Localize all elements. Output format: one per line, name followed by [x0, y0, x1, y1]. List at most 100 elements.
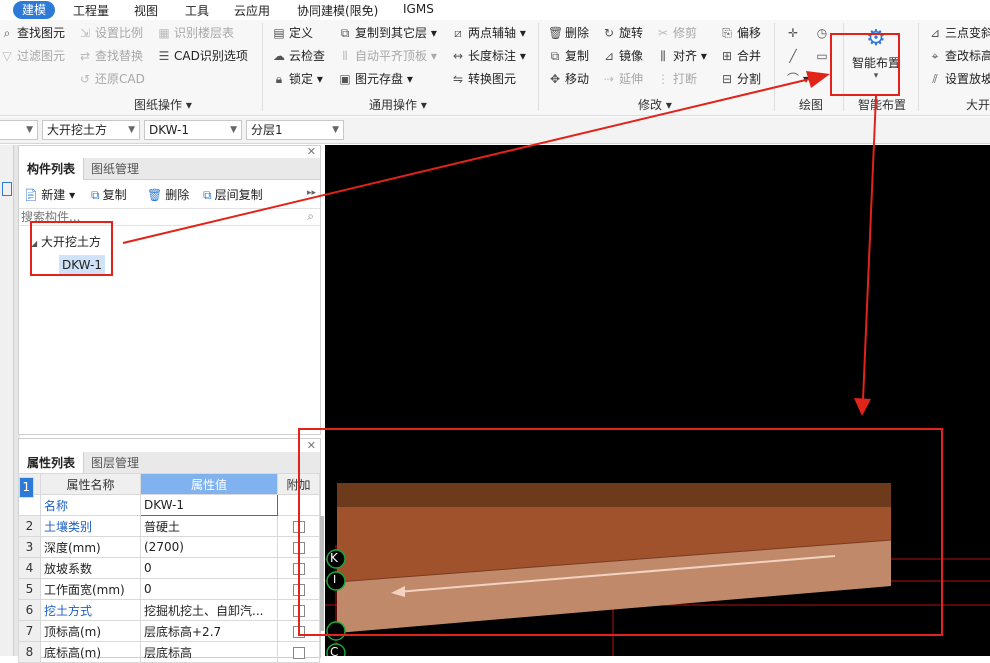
- break-button[interactable]: ⋮ 打断: [656, 70, 697, 88]
- set-slope-button[interactable]: ⫽ 设置放坡: [928, 70, 990, 88]
- property-row[interactable]: 2 土壤类别 普硬土: [18, 515, 320, 537]
- line-icon: ╱: [789, 49, 797, 63]
- property-row[interactable]: 7 顶标高(m) 层底标高+2.7: [18, 620, 320, 642]
- group-label-general-ops[interactable]: 通用操作 ▾: [369, 96, 427, 113]
- convert-element-button[interactable]: ⇋ 转换图元: [451, 70, 516, 88]
- selector-stub[interactable]: ▼: [0, 120, 38, 140]
- copy-button[interactable]: ⧉ 复制: [548, 47, 589, 65]
- copy-component-button[interactable]: ⧉ 复制: [91, 186, 127, 204]
- row-number: 3: [18, 536, 41, 558]
- two-point-axis-button[interactable]: ⧄ 两点辅轴 ▾: [451, 24, 526, 42]
- property-value[interactable]: 层底标高: [140, 641, 278, 663]
- property-name: 名称: [40, 494, 141, 516]
- row-number: 7: [18, 620, 41, 642]
- draw-arc-tool[interactable]: ⌒ ▾: [786, 70, 809, 88]
- group-label-drawing-ops[interactable]: 图纸操作 ▾: [134, 96, 192, 113]
- menu-quantity[interactable]: 工程量: [73, 2, 109, 19]
- property-row[interactable]: 6 挖土方式 挖掘机挖土、自卸汽...: [18, 599, 320, 621]
- annotation-box-component: [30, 221, 113, 276]
- delete-component-button[interactable]: 🗑︎ 删除: [147, 186, 189, 204]
- search-icon: ⌕: [3, 26, 11, 40]
- offset-button[interactable]: ⎘ 偏移: [720, 24, 761, 42]
- menu-view[interactable]: 视图: [134, 2, 158, 19]
- tab-component-list[interactable]: 构件列表: [19, 158, 85, 180]
- menu-modeling[interactable]: 建模: [13, 1, 56, 19]
- cloud-check-button[interactable]: ☁ 云检查: [272, 47, 325, 65]
- row-number: 5: [18, 578, 41, 600]
- chevron-down-icon: ▼: [26, 125, 33, 135]
- trash-icon: 🗑︎: [548, 26, 564, 40]
- cloud-check-icon: ☁: [273, 49, 285, 63]
- property-value[interactable]: (2700): [140, 536, 278, 558]
- property-name: 放坡系数: [40, 557, 141, 579]
- property-row[interactable]: 5 工作面宽(mm) 0: [18, 578, 320, 600]
- close-icon[interactable]: ✕: [307, 145, 316, 158]
- tab-layer-manage[interactable]: 图层管理: [83, 452, 147, 474]
- options-icon: ☰: [158, 49, 170, 63]
- menu-cloud[interactable]: 云应用: [234, 2, 270, 19]
- element-save-button[interactable]: ▣ 图元存盘 ▾: [338, 70, 413, 88]
- property-value[interactable]: 0: [140, 557, 278, 579]
- find-replace-button[interactable]: ⇄ 查找替换: [78, 47, 143, 65]
- property-name: 挖土方式: [40, 599, 141, 621]
- property-row[interactable]: 4 放坡系数 0: [18, 557, 320, 579]
- extra-checkbox[interactable]: [292, 646, 305, 659]
- row-number: 4: [18, 557, 41, 579]
- check-elevation-button[interactable]: ⌖ 查改标高: [928, 47, 990, 65]
- property-row[interactable]: 3 深度(mm) (2700): [18, 536, 320, 558]
- restore-cad-button[interactable]: ↺ 还原CAD: [78, 70, 145, 88]
- new-button[interactable]: 📄︎ 新建 ▾: [23, 186, 75, 204]
- length-dimension-button[interactable]: ↔ 长度标注 ▾: [451, 47, 526, 65]
- move-button[interactable]: ✥ 移动: [548, 70, 589, 88]
- align-button[interactable]: ⫼ 对齐 ▾: [656, 47, 707, 65]
- set-scale-button[interactable]: ⇲ 设置比例: [78, 24, 143, 42]
- property-value[interactable]: 普硬土: [140, 515, 278, 537]
- property-value[interactable]: 挖掘机挖土、自卸汽...: [140, 599, 278, 621]
- identify-floor-table-button[interactable]: ▦ 识别楼层表: [157, 24, 234, 42]
- ribbon-divider: [538, 23, 539, 111]
- extend-button[interactable]: ⇢ 延伸: [602, 70, 643, 88]
- component-select[interactable]: DKW-1 ▼: [144, 120, 242, 140]
- menu-igms[interactable]: IGMS: [403, 2, 434, 16]
- property-row[interactable]: 8 底标高(m) 层底标高: [18, 641, 320, 663]
- split-icon: ⊟: [721, 72, 733, 86]
- extend-icon: ⇢: [603, 72, 615, 86]
- copy-between-floors-button[interactable]: ⧉ 层间复制: [203, 186, 263, 204]
- three-point-slope-button[interactable]: ⊿ 三点变斜: [928, 24, 990, 42]
- filter-element-button[interactable]: ▽ 过滤图元: [0, 47, 65, 65]
- draw-line-tool[interactable]: ╱: [786, 47, 803, 65]
- copy-layer-icon: ⧉: [340, 26, 350, 40]
- property-value[interactable]: 层底标高+2.7: [140, 620, 278, 642]
- rotate-button[interactable]: ↻ 旋转: [602, 24, 643, 42]
- menu-collab[interactable]: 协同建模(限免): [297, 2, 378, 19]
- trim-button[interactable]: ✂ 修剪: [656, 24, 697, 42]
- merge-button[interactable]: ⊞ 合并: [720, 47, 761, 65]
- split-button[interactable]: ⊟ 分割: [720, 70, 761, 88]
- extra-cell: [277, 641, 320, 663]
- auto-align-slab-button[interactable]: ⫴ 自动平齐顶板 ▾: [338, 47, 436, 65]
- draw-point-tool[interactable]: ✛: [786, 24, 803, 42]
- copy-icon: ⧉: [91, 188, 100, 202]
- trash-icon: 🗑︎: [147, 188, 163, 202]
- copy-to-other-layer-button[interactable]: ⧉ 复制到其它层 ▾: [338, 24, 437, 42]
- layer-select[interactable]: 分层1 ▼: [246, 120, 344, 140]
- define-button[interactable]: ▤ 定义: [272, 24, 313, 42]
- save-icon: ▣: [339, 72, 351, 86]
- property-value[interactable]: DKW-1: [140, 494, 278, 516]
- property-value[interactable]: 0: [140, 578, 278, 600]
- ribbon-divider: [918, 23, 919, 111]
- delete-button[interactable]: 🗑︎ 删除: [548, 24, 589, 42]
- group-label-modify[interactable]: 修改 ▾: [638, 96, 672, 113]
- find-element-button[interactable]: ⌕ 查找图元: [0, 24, 65, 42]
- type-select[interactable]: 大开挖土方 ▼: [42, 120, 140, 140]
- tab-property-list[interactable]: 属性列表: [19, 452, 85, 474]
- lock-button[interactable]: 🔒︎ 锁定 ▾: [272, 70, 323, 88]
- property-row[interactable]: 1 名称 DKW-1: [18, 476, 320, 516]
- panel-toggle-icon[interactable]: [2, 182, 12, 196]
- mirror-button[interactable]: ⊿ 镜像: [602, 47, 643, 65]
- break-icon: ⋮: [657, 72, 669, 86]
- cad-identify-options-button[interactable]: ☰ CAD识别选项: [157, 47, 248, 65]
- menu-tools[interactable]: 工具: [185, 2, 209, 19]
- tab-drawing-manage[interactable]: 图纸管理: [83, 158, 147, 180]
- more-icon[interactable]: ▸▸: [307, 188, 316, 198]
